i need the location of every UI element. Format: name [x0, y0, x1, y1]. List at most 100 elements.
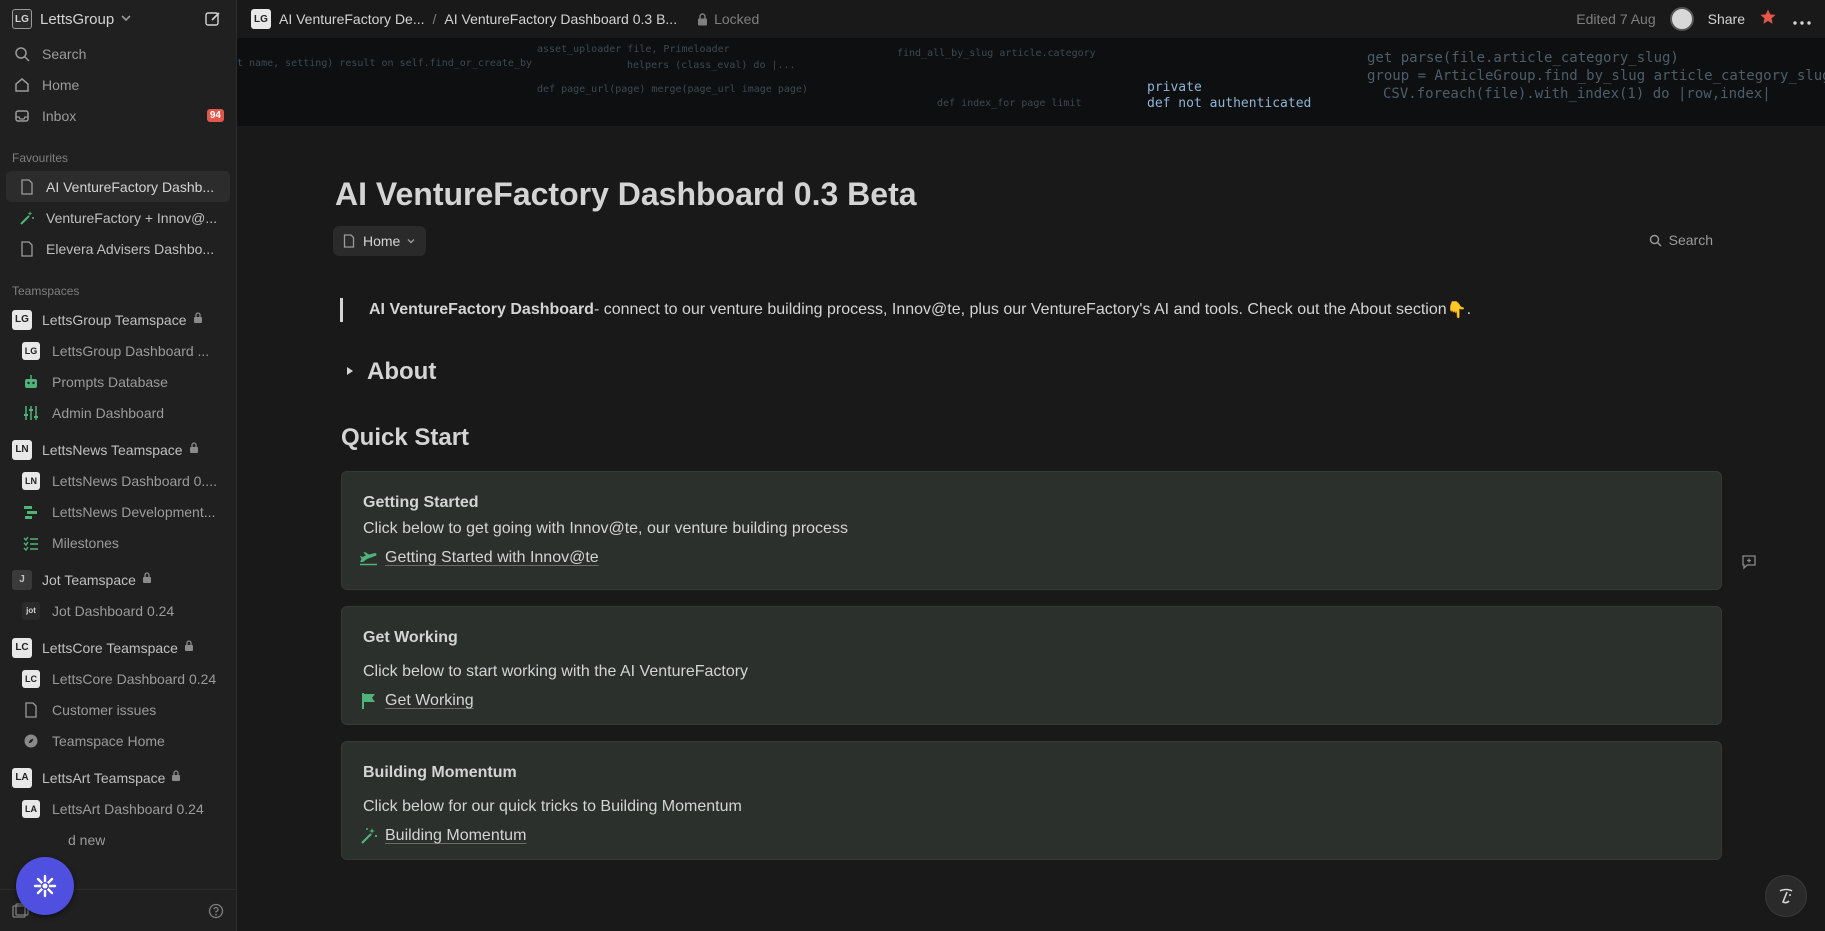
page-icon [18, 178, 36, 196]
sidebar-page-item[interactable]: LG LettsGroup Dashboard ... [0, 335, 236, 366]
sidebar-page-label: Milestones [52, 534, 119, 551]
getting-started-link[interactable]: Getting Started with Innov@te [359, 548, 1700, 568]
cover-code-line: get parse(file.article_category_slug) [1367, 50, 1679, 66]
topbar: LG AI VentureFactory De... / AI VentureF… [237, 0, 1825, 38]
workspace-name: LettsGroup [40, 10, 115, 28]
help-button[interactable] [1765, 875, 1807, 917]
search-icon [12, 44, 32, 64]
lettscore-logo-icon: LC [22, 669, 40, 688]
cover-code-line: CSV.foreach(file).with_index(1) do |row,… [1383, 86, 1771, 102]
get-working-link[interactable]: Get Working [359, 691, 1700, 711]
breadcrumb-item-parent[interactable]: AI VentureFactory De... [279, 11, 425, 27]
sidebar-page-label: Prompts Database [52, 373, 168, 390]
comment-icon[interactable] [1741, 554, 1757, 575]
cover-code-fragment: helpers (class_eval) do |... [627, 60, 796, 71]
sidebar-page-item[interactable]: Prompts Database [0, 366, 236, 397]
teamspace-lettsnews[interactable]: LN LettsNews Teamspace [0, 434, 236, 465]
cover-image: t name, setting) result on self.find_or_… [237, 38, 1825, 126]
teamspaces-label: Teamspaces [12, 284, 80, 298]
breadcrumb-item-current[interactable]: AI VentureFactory Dashboard 0.3 B... [444, 11, 677, 27]
sidebar-page-item[interactable]: LettsNews Development... [0, 496, 236, 527]
favourite-item[interactable]: AI VentureFactory Dashb... [6, 171, 230, 202]
about-heading: About [367, 358, 437, 385]
sidebar-page-item[interactable]: jot Jot Dashboard 0.24 [0, 595, 236, 626]
sidebar-page-item[interactable]: LN LettsNews Dashboard 0.... [0, 465, 236, 496]
assistant-face-icon [1779, 888, 1793, 904]
sidebar-page-label: LettsNews Dashboard 0.... [52, 472, 217, 489]
nav-search[interactable]: Search [0, 38, 236, 69]
sidebar-page-item[interactable]: LC LettsCore Dashboard 0.24 [0, 663, 236, 694]
sidebar-page-label: Customer issues [52, 701, 157, 718]
sidebar-page-item[interactable]: LA LettsArt Dashboard 0.24 [0, 793, 236, 824]
page-body: AI VentureFactory Dashboard 0.3 Beta Hom… [237, 126, 1825, 931]
quote-bold: AI VentureFactory Dashboard [369, 301, 594, 318]
home-icon [12, 75, 32, 95]
teamspace-logo: LN [12, 439, 32, 460]
lettsgroup-logo-icon: LG [22, 341, 40, 360]
help-icon[interactable] [208, 903, 224, 919]
add-new-item[interactable]: d new [0, 824, 236, 855]
teamspace-name: Jot Teamspace [42, 571, 136, 588]
breadcrumb-logo: LG [251, 9, 271, 29]
more-options-icon[interactable] [1793, 9, 1811, 30]
sidebar-page-label: LettsArt Dashboard 0.24 [52, 800, 204, 817]
favourite-item[interactable]: Elevera Advisers Dashbo... [6, 233, 230, 264]
sidebar-page-item[interactable]: Milestones [0, 527, 236, 558]
sparkle-icon [33, 874, 57, 898]
favourite-label: AI VentureFactory Dashb... [46, 178, 215, 195]
flag-icon [359, 691, 379, 711]
nav-inbox[interactable]: Inbox 94 [0, 100, 236, 131]
assistant-fab-button[interactable] [16, 857, 74, 915]
robot-icon [22, 373, 40, 391]
favourite-label: VentureFactory + Innov@... [46, 209, 218, 226]
workspace-switcher[interactable]: LG LettsGroup [0, 0, 236, 38]
lock-icon [697, 12, 708, 26]
about-toggle[interactable]: About [345, 358, 436, 386]
star-icon[interactable] [1759, 8, 1777, 31]
locked-indicator[interactable]: Locked [697, 11, 759, 27]
teamspace-jot[interactable]: J Jot Teamspace [0, 564, 236, 595]
sidebar-page-label: LettsCore Dashboard 0.24 [52, 670, 217, 687]
lock-icon [193, 312, 203, 327]
home-link-chip[interactable]: Home [333, 226, 427, 256]
callout-card-get-working: Get Working Click below to start working… [341, 606, 1722, 725]
teamspace-lettsart[interactable]: LA LettsArt Teamspace [0, 762, 236, 793]
card-description: Click below to start working with the AI… [363, 663, 749, 680]
teamspace-name: LettsArt Teamspace [42, 769, 166, 786]
breadcrumb: LG AI VentureFactory De... / AI VentureF… [251, 9, 677, 29]
airplane-icon [359, 548, 379, 568]
sliders-icon [22, 404, 40, 422]
card-title: Building Momentum [363, 764, 517, 781]
edited-timestamp[interactable]: Edited 7 Aug [1576, 11, 1655, 27]
callout-card-getting-started: Getting Started Click below to get going… [341, 471, 1722, 590]
magic-wand-icon [359, 826, 379, 846]
teamspace-name: LettsGroup Teamspace [42, 311, 187, 328]
page-title[interactable]: AI VentureFactory Dashboard 0.3 Beta [335, 176, 917, 213]
favourite-item[interactable]: VentureFactory + Innov@... [6, 202, 230, 233]
teamspace-lettscore[interactable]: LC LettsCore Teamspace [0, 632, 236, 663]
share-button[interactable]: Share [1708, 11, 1745, 27]
workspace-logo: LG [12, 9, 32, 29]
teamspace-logo: LC [12, 637, 32, 658]
building-momentum-link[interactable]: Building Momentum [359, 826, 1700, 846]
cover-code-fragment: def index_for page limit [937, 98, 1082, 109]
avatar[interactable] [1669, 7, 1694, 31]
locked-label: Locked [714, 11, 760, 27]
page-icon [18, 240, 36, 258]
sidebar-page-item[interactable]: Customer issues [0, 694, 236, 725]
callout-card-building-momentum: Building Momentum Click below for our qu… [341, 741, 1722, 860]
lock-icon [171, 770, 181, 785]
sidebar-page-item[interactable]: Teamspace Home [0, 725, 236, 756]
nav-home[interactable]: Home [0, 69, 236, 100]
sidebar-page-item[interactable]: Admin Dashboard [0, 397, 236, 428]
lock-icon [184, 640, 194, 655]
page-search-button[interactable]: Search [1649, 232, 1713, 248]
new-page-icon[interactable] [202, 8, 224, 30]
lock-icon [142, 572, 152, 587]
topbar-actions: Edited 7 Aug Share [1576, 7, 1811, 31]
teamspace-logo: LG [12, 309, 32, 330]
teamspace-lettsgroup[interactable]: LG LettsGroup Teamspace [0, 304, 236, 335]
inbox-icon [12, 106, 32, 126]
breadcrumb-separator: / [432, 11, 437, 27]
page-search-label: Search [1668, 232, 1713, 248]
